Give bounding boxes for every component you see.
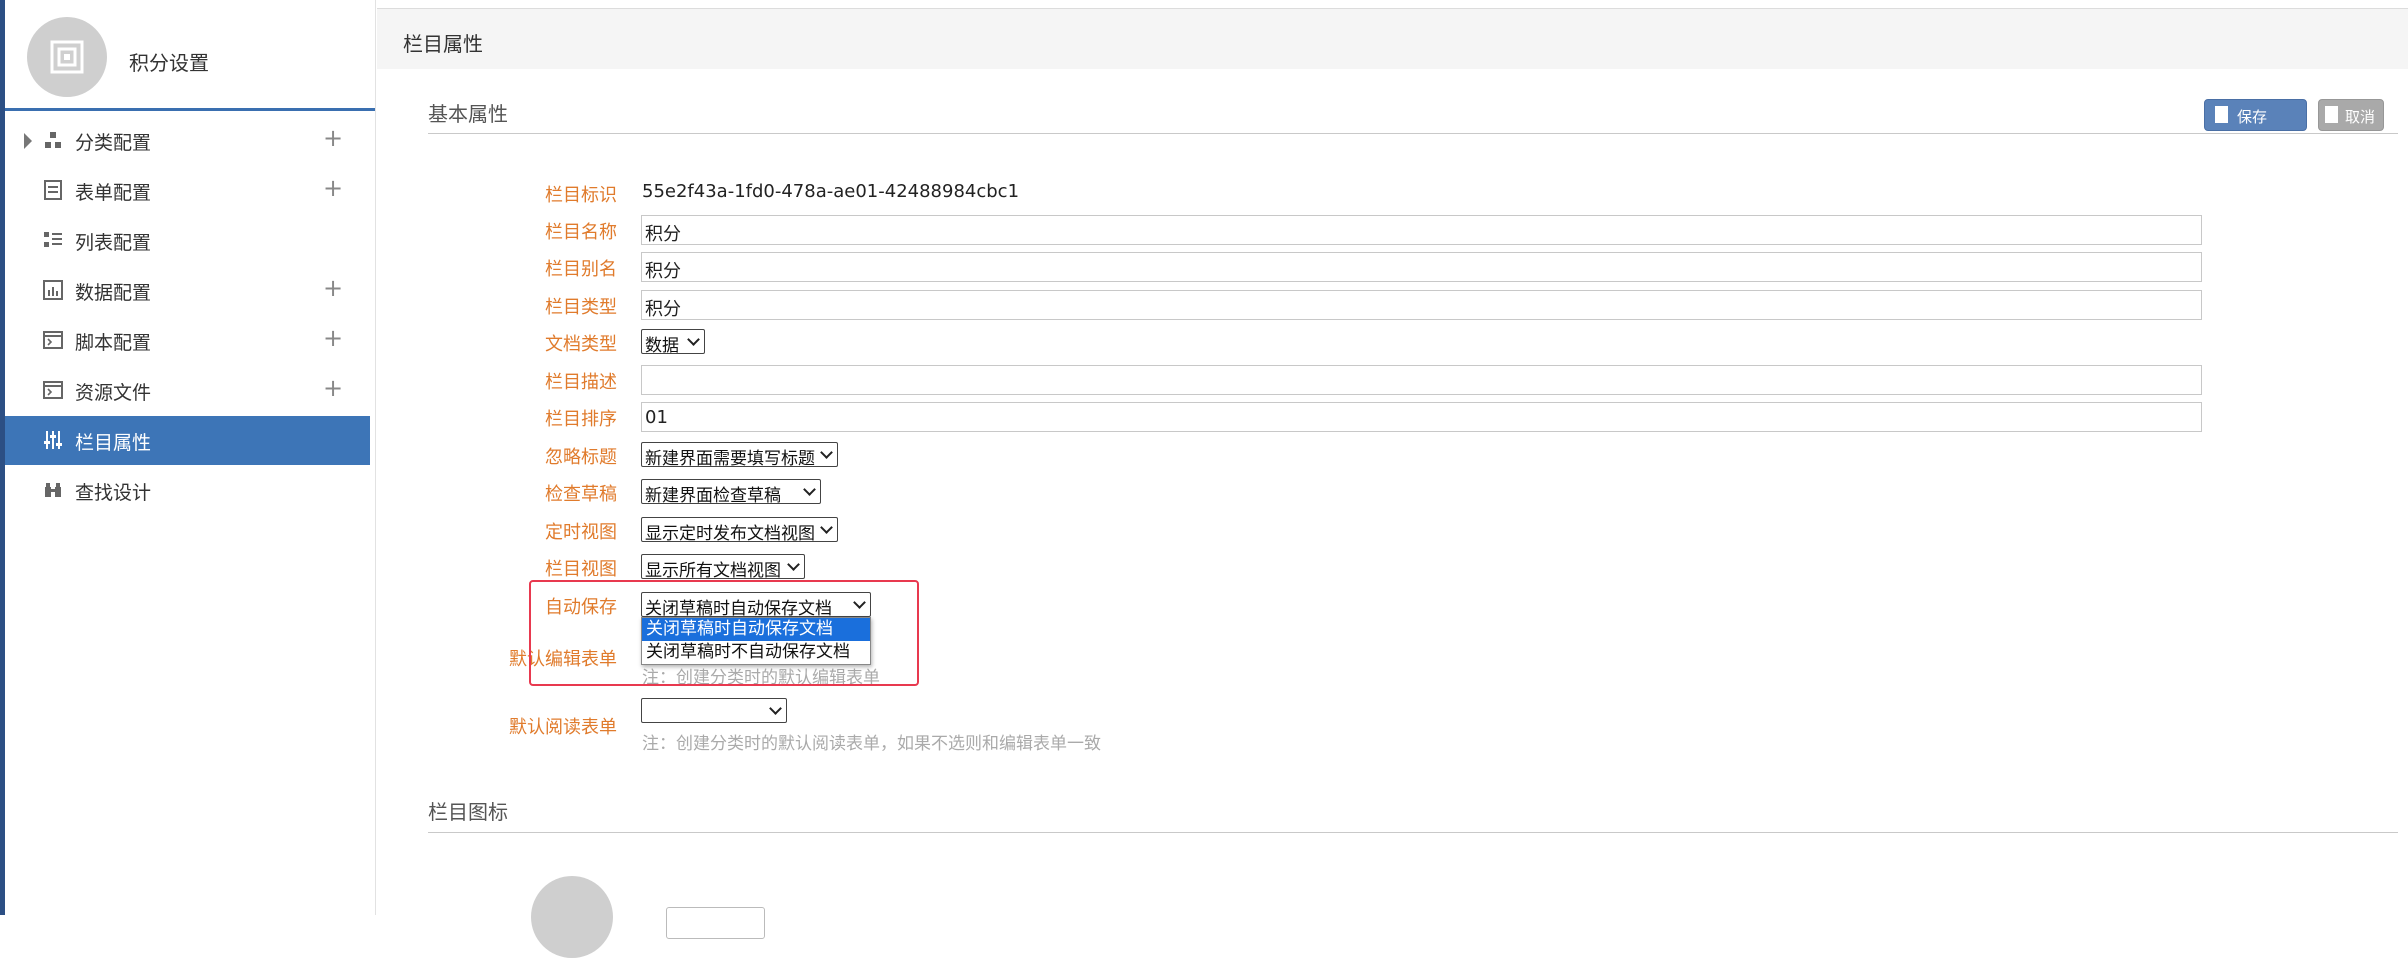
type-input[interactable]: 积分 [641, 290, 2202, 320]
alias-input[interactable]: 积分 [641, 252, 2202, 282]
field-label-column-view: 栏目视图 [545, 559, 617, 580]
app-avatar [27, 17, 107, 97]
check-draft-select[interactable]: 新建界面检查草稿 [641, 479, 821, 506]
chevron-down-icon [803, 483, 816, 496]
ignore-title-select-value: 新建界面需要填写标题 [645, 449, 815, 469]
app-title: 积分设置 [129, 51, 209, 75]
binoculars-icon [45, 483, 61, 497]
chevron-down-icon [820, 521, 833, 534]
section-divider [428, 133, 2398, 134]
sidebar-item-column-properties[interactable]: 栏目属性 [5, 416, 370, 465]
sidebar-item-category-config[interactable]: 分类配置 + [5, 116, 370, 164]
highlight-annotation-box [529, 580, 919, 686]
form-icon [44, 180, 62, 200]
upload-icon-button[interactable] [666, 907, 765, 939]
sidebar-item-search-design[interactable]: 查找设计 [5, 466, 370, 514]
timed-view-select-value: 显示定时发布文档视图 [645, 524, 815, 544]
field-label-type: 栏目类型 [545, 297, 617, 318]
field-label-order: 栏目排序 [545, 409, 617, 430]
section-title-icon: 栏目图标 [428, 800, 508, 824]
doc-type-select-value: 数据 [645, 336, 679, 356]
add-icon[interactable]: + [323, 274, 343, 302]
order-input[interactable]: 01 [641, 402, 2202, 432]
add-icon[interactable]: + [323, 374, 343, 402]
ignore-title-select[interactable]: 新建界面需要填写标题 [641, 442, 838, 469]
timed-view-select[interactable]: 显示定时发布文档视图 [641, 517, 838, 544]
sidebar-item-label: 列表配置 [75, 232, 152, 254]
save-button[interactable]: 保存 [2204, 99, 2307, 131]
field-label-ignore-title: 忽略标题 [545, 447, 617, 468]
default-read-form-select[interactable] [641, 698, 787, 723]
field-label-timed-view: 定时视图 [545, 522, 617, 543]
chevron-down-icon [787, 558, 800, 571]
category-icon [45, 132, 61, 148]
main-top-bar [377, 0, 2408, 9]
field-label-desc: 栏目描述 [545, 372, 617, 393]
field-label-check-draft: 检查草稿 [545, 484, 617, 505]
sidebar-item-list-config[interactable]: 列表配置 [5, 216, 370, 264]
column-icon-preview [531, 876, 613, 958]
list-icon [44, 232, 62, 247]
name-input[interactable]: 积分 [641, 215, 2202, 245]
check-draft-select-value: 新建界面检查草稿 [645, 486, 781, 506]
field-label-id: 栏目标识 [545, 185, 617, 206]
document-icon [2215, 106, 2228, 123]
document-icon [2325, 106, 2338, 123]
field-value-id: 55e2f43a-1fd0-478a-ae01-42488984cbc1 [642, 181, 1020, 202]
description-input[interactable] [641, 365, 2202, 395]
cancel-button-label: 取消 [2345, 108, 2376, 126]
sidebar-item-data-config[interactable]: 数据配置 + [5, 266, 370, 314]
sliders-icon [44, 431, 62, 449]
field-label-name: 栏目名称 [545, 222, 617, 243]
page-title: 栏目属性 [403, 32, 483, 56]
sidebar: 积分设置 分类配置 + 表单配置 + 列表配置 数据配置 + 脚本配置 + 资源… [5, 0, 376, 915]
add-icon[interactable]: + [323, 324, 343, 352]
chevron-down-icon [687, 333, 700, 346]
terminal-icon [43, 331, 63, 349]
field-label-doc-type: 文档类型 [545, 334, 617, 355]
sidebar-item-script-config[interactable]: 脚本配置 + [5, 316, 370, 364]
sidebar-item-label: 栏目属性 [75, 432, 152, 454]
field-label-default-read-form: 默认阅读表单 [509, 717, 617, 738]
sidebar-item-resource-files[interactable]: 资源文件 + [5, 366, 370, 414]
doc-type-select[interactable]: 数据 [641, 329, 705, 356]
sidebar-header: 积分设置 [5, 0, 375, 111]
column-view-select-value: 显示所有文档视图 [645, 561, 781, 581]
cancel-button[interactable]: 取消 [2318, 99, 2384, 131]
sidebar-item-label: 脚本配置 [75, 332, 152, 354]
expand-caret-icon[interactable] [24, 133, 32, 149]
main-header: 栏目属性 [377, 9, 2408, 69]
chart-icon [43, 280, 63, 300]
add-icon[interactable]: + [323, 174, 343, 202]
default-read-form-note: 注：创建分类时的默认阅读表单，如果不选则和编辑表单一致 [642, 734, 1101, 754]
sidebar-item-label: 表单配置 [75, 182, 152, 204]
section-divider [428, 832, 2398, 833]
sidebar-item-form-config[interactable]: 表单配置 + [5, 166, 370, 214]
chevron-down-icon [769, 702, 782, 715]
section-title-basic: 基本属性 [428, 102, 508, 126]
chevron-down-icon [820, 446, 833, 459]
sidebar-item-label: 分类配置 [75, 132, 152, 154]
sidebar-item-label: 资源文件 [75, 382, 152, 404]
column-view-select[interactable]: 显示所有文档视图 [641, 554, 805, 581]
terminal-icon [43, 381, 63, 399]
sidebar-item-label: 数据配置 [75, 282, 152, 304]
field-label-alias: 栏目别名 [545, 259, 617, 280]
add-icon[interactable]: + [323, 124, 343, 152]
save-button-label: 保存 [2237, 108, 2268, 126]
app-logo-icon [50, 40, 84, 74]
sidebar-item-label: 查找设计 [75, 482, 152, 504]
